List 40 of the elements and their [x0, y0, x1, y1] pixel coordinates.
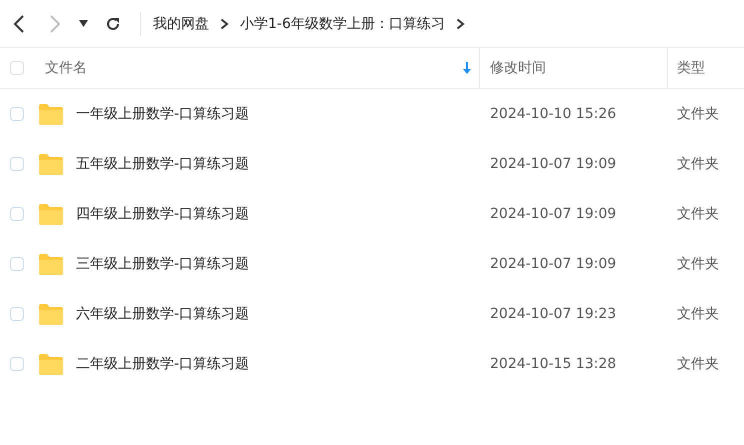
caret-icon	[78, 20, 88, 27]
modified-time: 2024-10-07 19:09	[490, 156, 616, 172]
modified-time: 2024-10-07 19:09	[490, 206, 616, 222]
file-type: 文件夹	[677, 305, 719, 323]
file-type: 文件夹	[677, 155, 719, 173]
row-checkbox[interactable]	[10, 257, 24, 271]
breadcrumb-link[interactable]: 小学1-6年级数学上册：口算练习	[240, 14, 445, 32]
file-type: 文件夹	[677, 355, 719, 373]
file-name[interactable]: 四年级上册数学-口算练习题	[76, 205, 250, 223]
column-header[interactable]: 文件名	[45, 59, 463, 77]
folder-icon	[38, 102, 64, 126]
folder-icon	[38, 302, 64, 326]
file-name[interactable]: 五年级上册数学-口算练习题	[76, 155, 250, 173]
file-type: 文件夹	[677, 105, 719, 123]
modified-time: 2024-10-07 19:23	[490, 306, 616, 322]
modified-time: 2024-10-15 13:28	[490, 356, 616, 372]
file-type: 文件夹	[677, 255, 719, 273]
breadcrumb-link[interactable]: 我的网盘	[153, 14, 209, 32]
folder-icon	[38, 352, 64, 376]
row-checkbox[interactable]	[10, 307, 24, 321]
modified-time: 2024-10-07 19:09	[490, 256, 616, 272]
row-checkbox[interactable]	[10, 357, 24, 371]
file-name[interactable]: 一年级上册数学-口算练习题	[76, 105, 250, 123]
file-type: 文件夹	[677, 205, 719, 223]
file-name[interactable]: 二年级上册数学-口算练习题	[76, 355, 250, 373]
file-name[interactable]: 三年级上册数学-口算练习题	[76, 255, 250, 273]
modified-time: 2024-10-10 15:26	[490, 106, 616, 122]
folder-icon	[38, 152, 64, 176]
column-header[interactable]: 修改时间	[490, 59, 667, 77]
chevron-icon	[456, 18, 465, 30]
folder-icon	[38, 252, 64, 276]
folder-icon	[38, 202, 64, 226]
column-header[interactable]: 类型	[677, 59, 744, 77]
chevron-icon	[220, 18, 229, 30]
row-checkbox[interactable]	[10, 207, 24, 221]
row-checkbox[interactable]	[10, 107, 24, 121]
select-all-checkbox[interactable]	[10, 61, 24, 75]
row-checkbox[interactable]	[10, 157, 24, 171]
refresh-icon	[105, 16, 121, 32]
file-name[interactable]: 六年级上册数学-口算练习题	[76, 305, 250, 323]
